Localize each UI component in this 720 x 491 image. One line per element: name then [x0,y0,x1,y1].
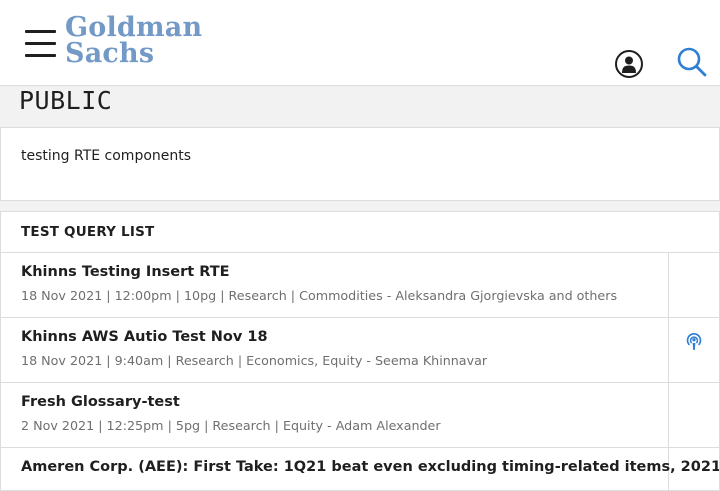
item-authors: Aleksandra Gjorgievska and others [395,288,618,303]
list-item-main: Khinns Testing Insert RTE 18 Nov 2021 | 1… [1,253,669,317]
list-item-meta: 18 Nov 2021 | 9:40am | Research | Econom… [21,353,488,368]
list-item[interactable]: Khinns AWS Autio Test Nov 18 18 Nov 2021 … [1,318,719,383]
podcast-icon[interactable] [685,331,703,357]
query-list-card: TEST QUERY LIST Khinns Testing Insert RT… [0,211,720,491]
list-item-actions [669,253,719,317]
goldman-sachs-logo[interactable]: Goldman Sachs [65,14,202,73]
item-page-count: 10pg [183,288,217,303]
person-icon [622,56,636,73]
item-page-count: 5pg [175,418,201,433]
magnifier-glyph [677,47,707,77]
logo-line-2: Sachs [65,38,155,69]
list-item[interactable]: Khinns Testing Insert RTE 18 Nov 2021 | 1… [1,253,719,318]
list-item-title[interactable]: Khinns Testing Insert RTE [21,264,230,280]
list-item-title[interactable]: Khinns AWS Autio Test Nov 18 [21,329,268,345]
item-category: Research | Commodities [228,288,383,303]
rte-component-card: testing RTE components [0,127,720,201]
rte-text: testing RTE components [21,148,192,164]
item-date: 2 Nov 2021 [21,418,95,433]
list-item-actions [669,383,719,447]
menu-bar [25,54,56,57]
list-item-title[interactable]: Fresh Glossary-test [21,394,180,410]
item-time: 12:00pm [114,288,172,303]
item-category: Research | Economics, Equity [175,353,363,368]
list-item-actions [669,318,719,382]
list-item-meta: 18 Nov 2021 | 12:00pm | 10pg | Research … [21,288,618,303]
menu-bar [25,42,56,45]
menu-bar [25,30,56,33]
user-profile-icon[interactable] [615,50,643,78]
item-date: 18 Nov 2021 [21,353,103,368]
item-category: Research | Equity [212,418,324,433]
list-item-actions [669,448,719,490]
list-item[interactable]: Ameren Corp. (AEE): First Take: 1Q21 bea… [1,448,719,490]
page-title: PUBLIC [19,86,113,115]
site-header: Goldman Sachs [0,0,720,86]
item-time: 12:25pm [106,418,164,433]
list-heading: TEST QUERY LIST [1,212,719,253]
list-rows: Khinns Testing Insert RTE 18 Nov 2021 | 1… [1,253,719,490]
list-item-meta: 2 Nov 2021 | 12:25pm | 5pg | Research | … [21,418,441,433]
hamburger-menu-icon[interactable] [25,30,56,57]
item-date: 18 Nov 2021 [21,288,103,303]
list-item-main: Khinns AWS Autio Test Nov 18 18 Nov 2021 … [1,318,669,382]
item-authors: Adam Alexander [335,418,441,433]
list-item-main: Fresh Glossary-test 2 Nov 2021 | 12:25pm … [1,383,669,447]
list-item[interactable]: Fresh Glossary-test 2 Nov 2021 | 12:25pm … [1,383,719,448]
item-authors: Seema Khinnavar [375,353,488,368]
list-item-main: Ameren Corp. (AEE): First Take: 1Q21 bea… [1,448,719,490]
item-time: 9:40am [114,353,164,368]
search-icon[interactable] [676,46,708,78]
list-item-title[interactable]: Ameren Corp. (AEE): First Take: 1Q21 bea… [21,459,719,475]
